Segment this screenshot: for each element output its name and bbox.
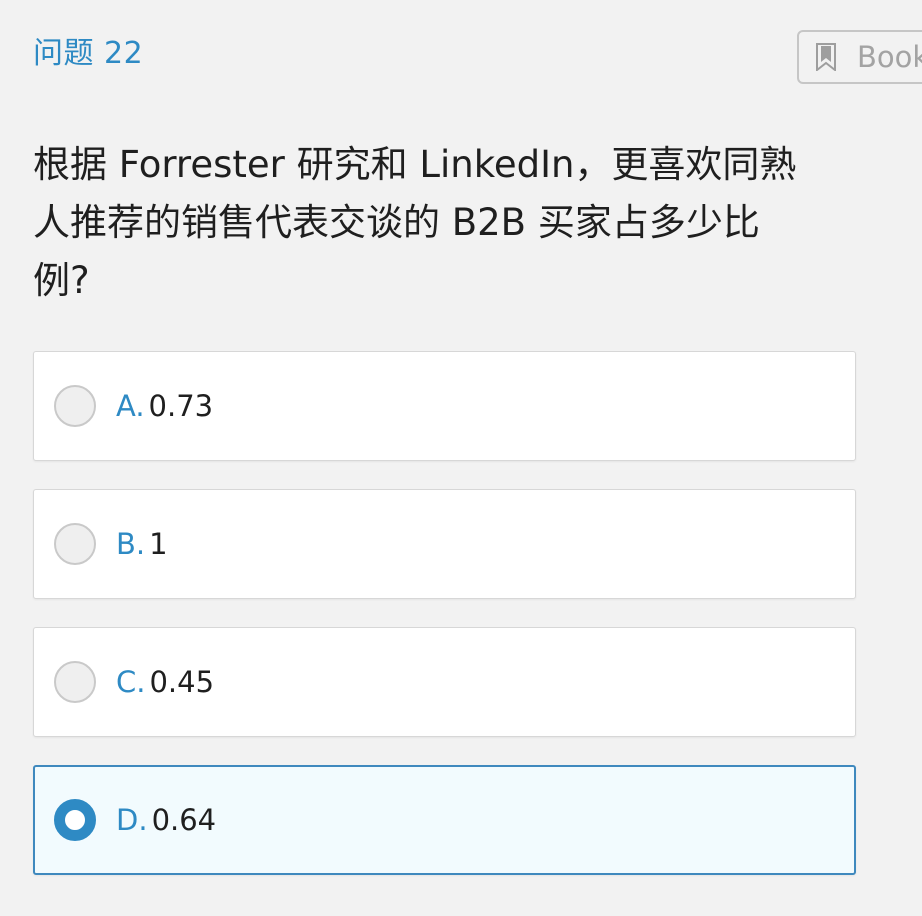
option-text: 0.64 — [151, 803, 217, 837]
radio-button[interactable] — [54, 385, 96, 427]
radio-button-selected[interactable] — [54, 799, 96, 841]
option-text: 1 — [149, 527, 168, 561]
question-number: 问题 22 — [33, 36, 144, 71]
radio-button[interactable] — [54, 523, 96, 565]
option-d[interactable]: D. 0.64 — [33, 765, 856, 875]
quiz-page: 问题 22 Book 根据 Forrester 研究和 LinkedIn，更喜欢… — [0, 0, 922, 916]
option-letter: D. — [116, 803, 148, 837]
option-letter: B. — [116, 527, 146, 561]
option-a[interactable]: A. 0.73 — [33, 351, 856, 461]
question-line: 人推荐的销售代表交谈的 B2B 买家占多少比 — [33, 201, 760, 244]
bookmark-icon — [815, 43, 837, 71]
option-letter: C. — [116, 665, 146, 699]
option-letter: A. — [116, 389, 145, 423]
option-b[interactable]: B. 1 — [33, 489, 856, 599]
option-text: 0.73 — [148, 389, 214, 423]
bookmark-button[interactable]: Book — [797, 30, 922, 84]
bookmark-label: Book — [857, 40, 922, 74]
option-c[interactable]: C. 0.45 — [33, 627, 856, 737]
question-line: 根据 Forrester 研究和 LinkedIn，更喜欢同熟 — [33, 143, 797, 186]
option-text: 0.45 — [149, 665, 215, 699]
radio-button[interactable] — [54, 661, 96, 703]
question-line: 例? — [33, 259, 90, 302]
question-text: 根据 Forrester 研究和 LinkedIn，更喜欢同熟 人推荐的销售代表… — [33, 136, 833, 310]
